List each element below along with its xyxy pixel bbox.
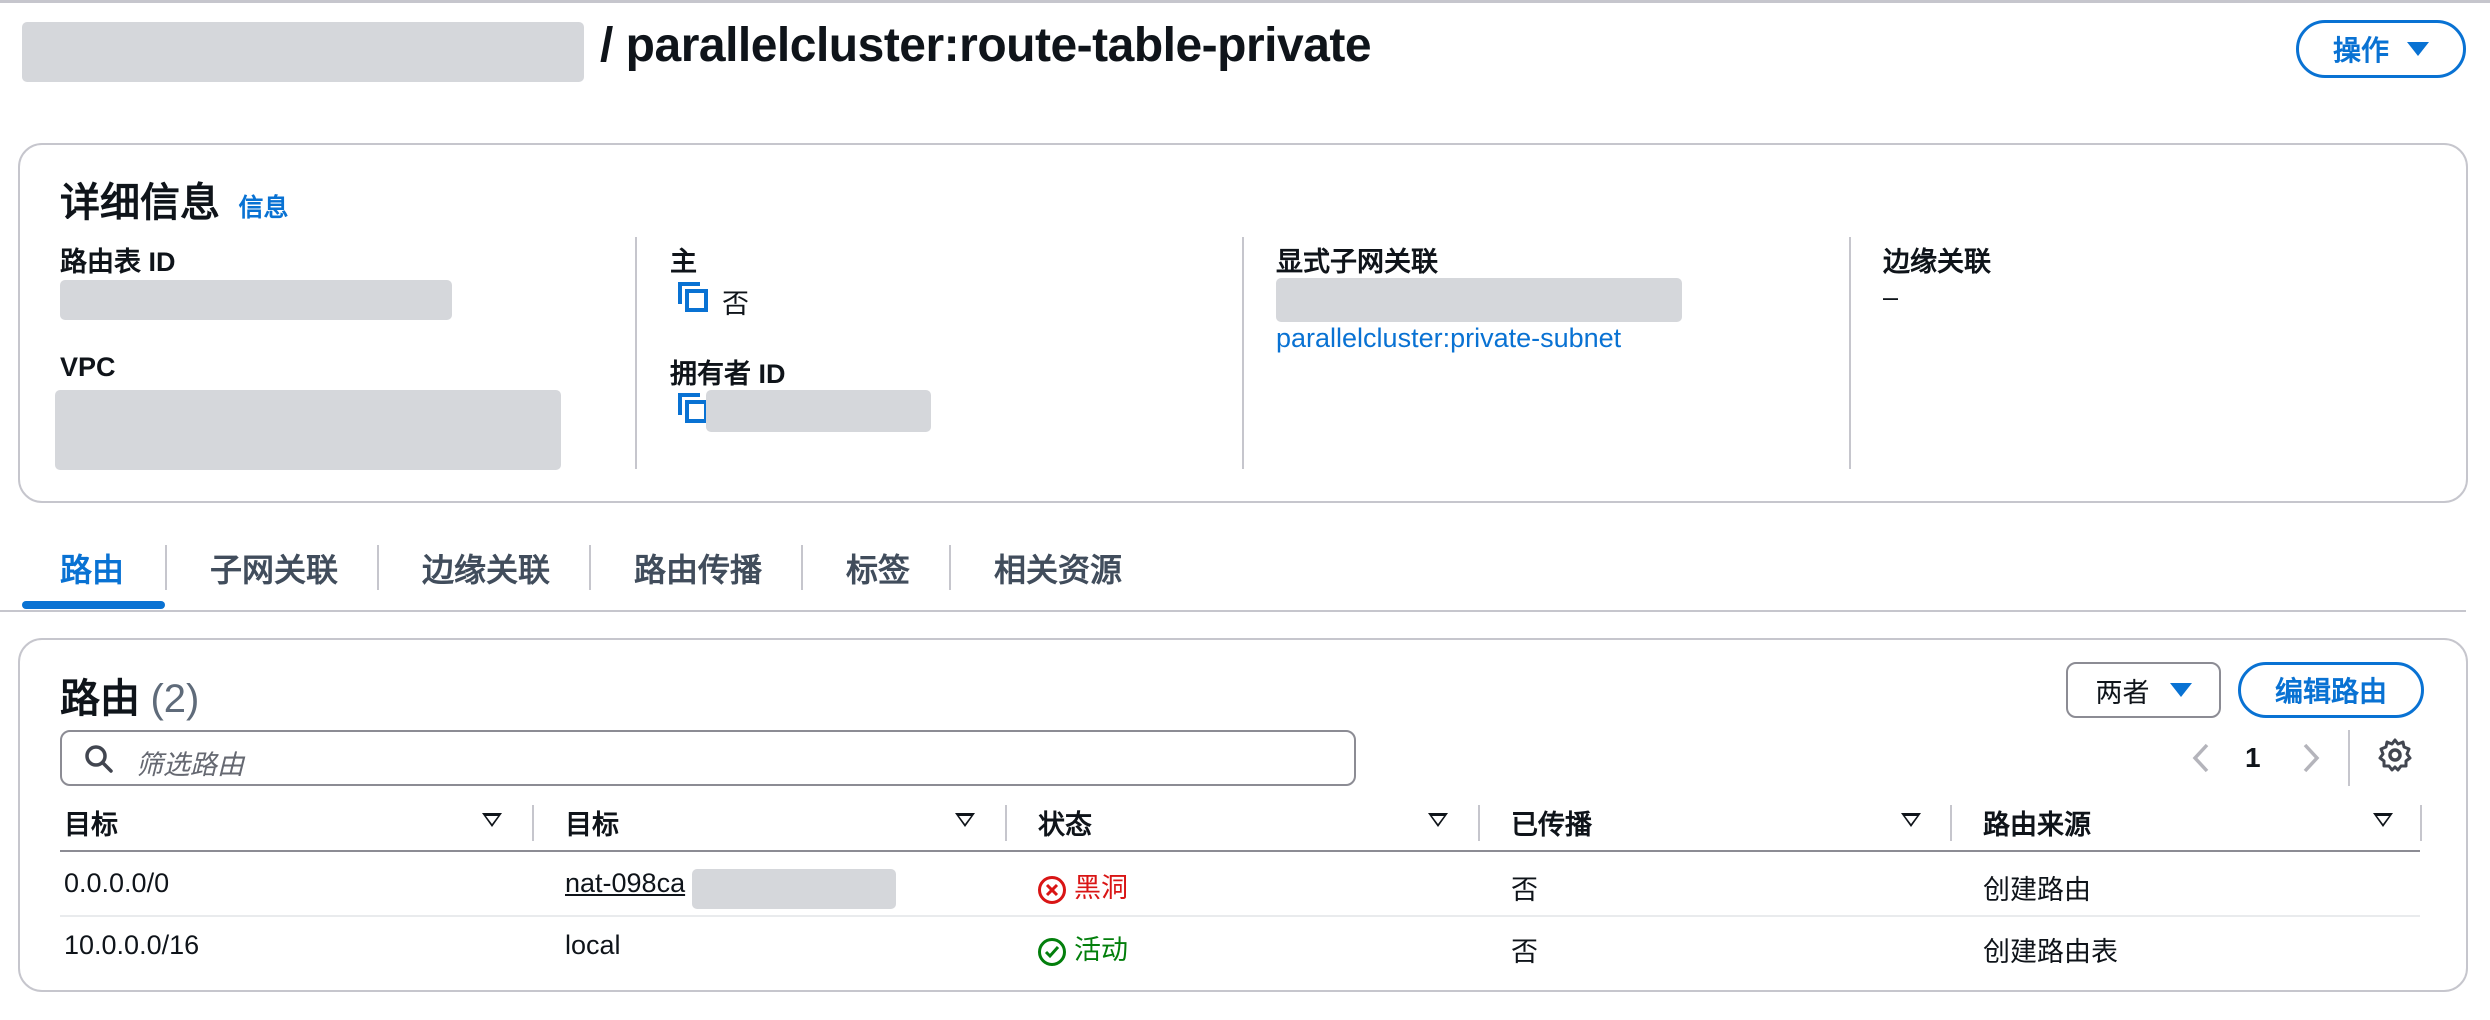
top-border [0,0,2490,3]
route-search-input[interactable]: 筛选路由 [60,730,1356,786]
cell-destination: 0.0.0.0/0 [64,868,170,898]
tab-subnet-associations[interactable]: 子网关联 [210,545,338,591]
col-route-origin[interactable]: 路由来源 [1983,803,2091,842]
col-destination[interactable]: 目标 [64,803,118,842]
column-divider [635,237,637,469]
actions-button[interactable]: 操作 [2296,20,2466,78]
edge-assoc-label: 边缘关联 [1883,247,1991,277]
routes-heading: 路由 [60,677,140,721]
status-text: 黑洞 [1074,873,1128,903]
vpc-label: VPC [60,352,116,382]
subnet-link[interactable]: parallelcluster:private-subnet [1276,323,1621,354]
error-icon [1038,875,1066,904]
tab-routes[interactable]: 路由 [60,545,124,591]
info-link[interactable]: 信息 [238,194,288,222]
details-heading: 详细信息 [60,181,220,225]
chevron-left-icon[interactable] [2190,742,2212,774]
route-table-id-label: 路由表 ID [60,247,176,277]
tab-tags[interactable]: 标签 [846,545,910,591]
cell-target-link[interactable]: nat-098ca [565,868,685,899]
redacted-nat-id [692,869,896,909]
tab-route-propagation[interactable]: 路由传播 [634,545,762,591]
search-placeholder: 筛选路由 [136,750,244,780]
routes-heading-row: 路由 (2) [60,666,199,724]
gear-icon[interactable] [2377,737,2413,773]
tabs-underline [0,610,2466,612]
tab-separator [377,545,379,590]
page-title: / parallelcluster:route-table-private [600,19,1372,72]
col-target[interactable]: 目标 [565,803,619,842]
sort-icon[interactable] [482,813,502,827]
caret-down-icon [2169,683,2192,697]
cell-route-origin: 创建路由表 [1983,937,2118,967]
redacted-vpc-id [55,390,561,470]
copy-icon[interactable] [676,280,710,319]
table-header-underline [60,850,2420,852]
tab-related-resources[interactable]: 相关资源 [994,545,1122,591]
row-divider [60,915,2420,917]
chevron-right-icon[interactable] [2300,742,2322,774]
main-label: 主 [670,247,697,277]
tab-separator [949,545,951,590]
redacted-route-table-name [22,22,584,82]
current-page[interactable]: 1 [2245,742,2261,774]
cell-target: local [565,930,621,960]
explicit-subnet-label: 显式子网关联 [1276,247,1438,277]
sort-icon[interactable] [2373,813,2393,827]
edit-routes-label: 编辑路由 [2274,676,2387,707]
cell-status: 活动 [1038,928,1128,967]
cell-route-origin: 创建路由 [1983,875,2091,905]
edge-assoc-value: – [1883,282,1899,312]
col-status[interactable]: 状态 [1038,803,1092,842]
propagation-filter-select[interactable]: 两者 [2066,662,2221,718]
col-resizer[interactable] [1950,805,1952,841]
column-divider [1242,237,1244,469]
status-text: 活动 [1074,935,1128,965]
redacted-subnet-id [1276,278,1682,322]
redacted-route-table-id [60,280,452,320]
sort-icon[interactable] [955,813,975,827]
success-check-icon [1038,937,1066,966]
sort-icon[interactable] [1428,813,1448,827]
active-tab-indicator [22,601,165,609]
col-propagated[interactable]: 已传播 [1511,803,1592,842]
col-resizer[interactable] [532,805,534,841]
actions-label: 操作 [2332,35,2389,66]
cell-propagated: 否 [1511,937,1538,967]
col-resizer[interactable] [1005,805,1007,841]
caret-down-icon [2407,42,2429,56]
routes-count: (2) [150,677,200,721]
pagination-divider [2348,730,2350,786]
col-resizer[interactable] [2420,805,2422,841]
col-resizer[interactable] [1478,805,1480,841]
tab-separator [165,545,167,590]
details-heading-row: 详细信息 信息 [60,170,288,228]
main-value: 否 [722,289,749,319]
cell-status: 黑洞 [1038,866,1128,905]
copy-icon[interactable] [676,391,710,430]
edit-routes-button[interactable]: 编辑路由 [2238,662,2424,718]
propagation-filter-value: 两者 [2095,677,2150,708]
cell-propagated: 否 [1511,875,1538,905]
redacted-owner-id [706,390,931,432]
sort-icon[interactable] [1901,813,1921,827]
tab-separator [801,545,803,590]
tab-separator [589,545,591,590]
tab-edge-associations[interactable]: 边缘关联 [422,545,550,591]
cell-destination: 10.0.0.0/16 [64,930,200,960]
column-divider [1849,237,1851,469]
owner-id-label: 拥有者 ID [670,359,786,389]
search-icon [85,745,113,773]
